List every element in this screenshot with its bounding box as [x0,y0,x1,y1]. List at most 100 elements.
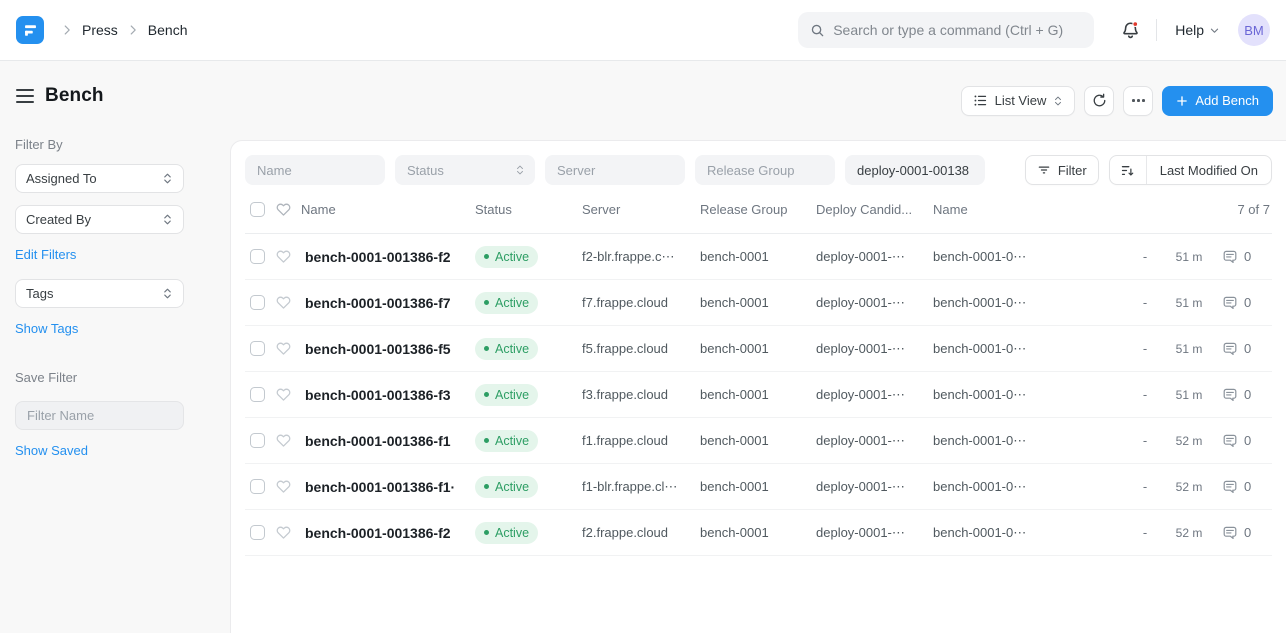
release-group-filter-input[interactable] [695,155,835,185]
more-options-button[interactable] [1123,86,1153,116]
status-badge: Active [475,522,538,544]
modified-cell: 51 m [1160,250,1218,264]
header-status: Status [475,202,582,217]
created-by-select[interactable]: Created By [15,205,184,234]
deploy-candidate-filter-input[interactable] [845,155,985,185]
release-group-cell: bench-0001 [700,249,816,264]
refresh-icon [1092,93,1107,108]
filter-button[interactable]: Filter [1025,155,1099,185]
bench-name[interactable]: bench-0001-001386-f3 [301,387,475,403]
status-text: Active [495,388,529,402]
row-checkbox[interactable] [250,525,265,540]
name-filter-input[interactable] [245,155,385,185]
user-avatar[interactable]: BM [1238,14,1270,46]
row-checkbox[interactable] [250,479,265,494]
search-input[interactable] [833,22,1082,38]
bench-name[interactable]: bench-0001-001386-f5 [301,341,475,357]
chevron-updown-icon [1053,95,1063,107]
page-title: Bench [45,85,104,107]
filter-name-input[interactable] [15,401,184,430]
name2-cell: bench-0001-0⋯ [933,387,1130,403]
bench-name[interactable]: bench-0001-001386-f7 [301,295,475,311]
table-row[interactable]: bench-0001-001386-f2 Active f2.frappe.cl… [245,510,1272,556]
row-count: 7 of 7 [1130,202,1272,217]
comment-icon [1222,249,1238,265]
row-checkbox[interactable] [250,433,265,448]
table-row[interactable]: bench-0001-001386-f5 Active f5.frappe.cl… [245,326,1272,372]
comments-cell: 0 [1218,479,1272,495]
deploy-candidate-cell: deploy-0001-⋯ [816,433,933,449]
status-badge: Active [475,292,538,314]
status-dot-icon [484,392,489,397]
plan-cell: - [1130,525,1160,540]
notification-bell-icon[interactable] [1118,18,1142,42]
breadcrumb-item-bench[interactable]: Bench [148,22,188,38]
comment-icon [1222,479,1238,495]
deploy-candidate-cell: deploy-0001-⋯ [816,341,933,357]
tags-select[interactable]: Tags [15,279,184,308]
comments-cell: 0 [1218,249,1272,265]
bench-name[interactable]: bench-0001-001386-f2 [301,525,475,541]
list-view-icon [973,93,988,108]
select-all-checkbox[interactable] [250,202,265,217]
refresh-button[interactable] [1084,86,1114,116]
comment-icon [1222,433,1238,449]
row-checkbox[interactable] [250,295,265,310]
sort-button[interactable]: Last Modified On [1109,155,1272,185]
navbar-divider [1156,19,1157,41]
deploy-candidate-cell: deploy-0001-⋯ [816,387,933,403]
edit-filters-link[interactable]: Edit Filters [15,247,76,262]
show-saved-link[interactable]: Show Saved [15,443,88,458]
toolbar: List View Add Bench [230,61,1286,140]
comment-icon [1222,295,1238,311]
server-filter-input[interactable] [545,155,685,185]
help-menu[interactable]: Help [1171,22,1224,38]
sort-field-label: Last Modified On [1147,156,1271,184]
view-switcher-button[interactable]: List View [961,86,1076,116]
breadcrumb-item-press[interactable]: Press [82,22,118,38]
sidebar-header: Bench [15,85,215,107]
add-bench-button[interactable]: Add Bench [1162,86,1273,116]
status-dot-icon [484,438,489,443]
bench-name[interactable]: bench-0001-001386-f1 [301,433,475,449]
name2-cell: bench-0001-0⋯ [933,525,1130,541]
command-search[interactable] [798,12,1094,48]
favorite-icon[interactable] [275,340,301,357]
bench-table: Name Status Server Release Group Deploy … [245,185,1272,556]
table-row[interactable]: bench-0001-001386-f1· Active f1-blr.frap… [245,464,1272,510]
modified-cell: 51 m [1160,388,1218,402]
bench-name[interactable]: bench-0001-001386-f2 [301,249,475,265]
table-row[interactable]: bench-0001-001386-f7 Active f7.frappe.cl… [245,280,1272,326]
page-body: Bench Filter By Assigned To Created By E… [0,61,1286,633]
chevron-updown-icon [162,287,173,300]
navbar-right: Help BM [1118,14,1270,46]
table-row[interactable]: bench-0001-001386-f2 Active f2-blr.frapp… [245,234,1272,280]
row-checkbox[interactable] [250,341,265,356]
row-checkbox[interactable] [250,387,265,402]
favorite-icon[interactable] [275,524,301,541]
favorite-icon[interactable] [275,432,301,449]
favorite-icon[interactable] [275,478,301,495]
deploy-candidate-cell: deploy-0001-⋯ [816,525,933,541]
server-cell: f7.frappe.cloud [582,295,700,310]
comment-icon [1222,387,1238,403]
status-filter-select[interactable]: Status [395,155,535,185]
view-label: List View [995,93,1047,108]
status-dot-icon [484,484,489,489]
row-checkbox[interactable] [250,249,265,264]
assigned-to-select[interactable]: Assigned To [15,164,184,193]
comment-count: 0 [1244,433,1251,448]
frappe-logo-icon[interactable] [16,16,44,44]
plan-cell: - [1130,479,1160,494]
table-row[interactable]: bench-0001-001386-f3 Active f3.frappe.cl… [245,372,1272,418]
sidebar-toggle-icon[interactable] [16,89,34,103]
bench-name[interactable]: bench-0001-001386-f1· [301,479,475,495]
status-badge: Active [475,430,538,452]
favorite-icon[interactable] [275,386,301,403]
chevron-updown-icon [162,172,173,185]
chevron-right-icon [126,23,140,37]
table-row[interactable]: bench-0001-001386-f1 Active f1.frappe.cl… [245,418,1272,464]
favorite-icon[interactable] [275,248,301,265]
show-tags-link[interactable]: Show Tags [15,321,78,336]
favorite-icon[interactable] [275,294,301,311]
